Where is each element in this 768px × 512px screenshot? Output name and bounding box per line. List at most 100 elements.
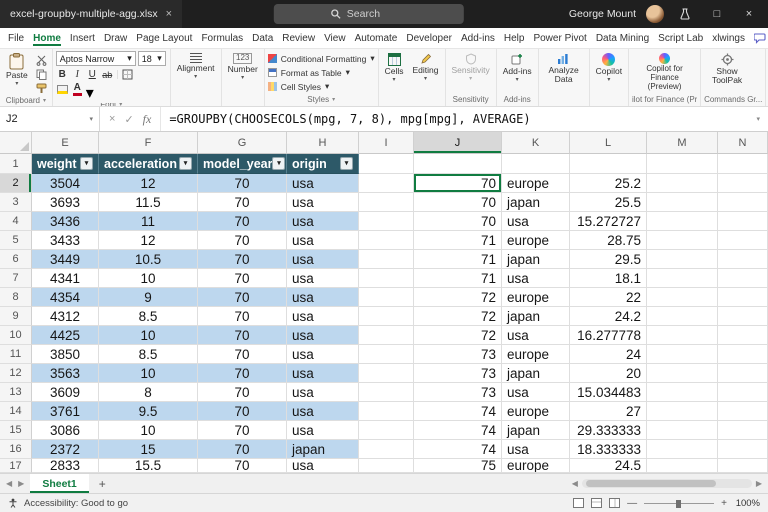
show-toolpak-button[interactable]: Show ToolPak <box>704 51 750 86</box>
cell-G2[interactable]: 70 <box>198 174 287 193</box>
close-window-icon[interactable]: × <box>738 0 760 28</box>
menu-tab-insert[interactable]: Insert <box>70 30 95 46</box>
cell-J12[interactable]: 73 <box>414 364 502 383</box>
cell-E16[interactable]: 2372 <box>32 440 99 459</box>
font-color-icon[interactable]: A <box>71 83 84 96</box>
cell-G11[interactable]: 70 <box>198 345 287 364</box>
cell-L5[interactable]: 28.75 <box>570 231 647 250</box>
sheet-nav-right-icon[interactable]: ▶ <box>18 479 24 488</box>
insert-function-icon[interactable]: fx <box>143 112 152 127</box>
cell-L1[interactable] <box>570 154 647 174</box>
menu-tab-view[interactable]: View <box>324 30 346 46</box>
cell-G17[interactable]: 70 <box>198 459 287 473</box>
cell-J4[interactable]: 70 <box>414 212 502 231</box>
menu-tab-page-layout[interactable]: Page Layout <box>136 30 192 46</box>
cell-H17[interactable]: usa <box>287 459 359 473</box>
cell-I3[interactable] <box>359 193 414 212</box>
maximize-icon[interactable]: □ <box>706 0 728 28</box>
cell-N3[interactable] <box>718 193 768 212</box>
cell-H14[interactable]: usa <box>287 402 359 421</box>
formula-input[interactable]: =GROUPBY(CHOOSECOLS(mpg, 7, 8), mpg[mpg]… <box>161 112 748 126</box>
cell-F12[interactable]: 10 <box>99 364 198 383</box>
cell-N7[interactable] <box>718 269 768 288</box>
row-header-4[interactable]: 4 <box>0 212 32 231</box>
cell-L11[interactable]: 24 <box>570 345 647 364</box>
copilot-finance-button[interactable]: Copilot for Finance (Preview) <box>632 51 697 91</box>
cell-I13[interactable] <box>359 383 414 402</box>
cell-F2[interactable]: 12 <box>99 174 198 193</box>
close-document-icon[interactable]: × <box>166 8 172 20</box>
normal-view-icon[interactable] <box>573 498 584 508</box>
cell-M9[interactable] <box>647 307 718 326</box>
cell-H9[interactable]: usa <box>287 307 359 326</box>
cell-M7[interactable] <box>647 269 718 288</box>
format-as-table-button[interactable]: Format as Table ▾ <box>268 66 375 79</box>
cell-L15[interactable]: 29.333333 <box>570 421 647 440</box>
column-header-I[interactable]: I <box>359 132 414 154</box>
row-header-6[interactable]: 6 <box>0 250 32 269</box>
menu-tab-help[interactable]: Help <box>504 30 525 46</box>
copilot-button[interactable]: Copilot ▾ <box>593 51 625 84</box>
avatar[interactable] <box>646 5 664 23</box>
cell-H8[interactable]: usa <box>287 288 359 307</box>
cell-L2[interactable]: 25.2 <box>570 174 647 193</box>
menu-tab-home[interactable]: Home <box>33 30 61 46</box>
cell-M11[interactable] <box>647 345 718 364</box>
cell-L6[interactable]: 29.5 <box>570 250 647 269</box>
cell-I4[interactable] <box>359 212 414 231</box>
row-header-2[interactable]: 2 <box>0 174 32 193</box>
cell-M14[interactable] <box>647 402 718 421</box>
column-header-H[interactable]: H <box>287 132 359 154</box>
filter-dropdown-icon[interactable]: ▾ <box>272 157 285 170</box>
row-header-3[interactable]: 3 <box>0 193 32 212</box>
cell-M10[interactable] <box>647 326 718 345</box>
cell-E17[interactable]: 2833 <box>32 459 99 473</box>
cell-G16[interactable]: 70 <box>198 440 287 459</box>
cancel-entry-icon[interactable]: × <box>109 113 115 125</box>
cell-L9[interactable]: 24.2 <box>570 307 647 326</box>
cell-N16[interactable] <box>718 440 768 459</box>
cell-F14[interactable]: 9.5 <box>99 402 198 421</box>
cell-K10[interactable]: usa <box>502 326 570 345</box>
font-name-select[interactable]: Aptos Narrow ▾ <box>56 51 136 66</box>
cell-L12[interactable]: 20 <box>570 364 647 383</box>
cell-I11[interactable] <box>359 345 414 364</box>
cell-J16[interactable]: 74 <box>414 440 502 459</box>
cell-L8[interactable]: 22 <box>570 288 647 307</box>
row-header-1[interactable]: 1 <box>0 154 32 174</box>
cell-H6[interactable]: usa <box>287 250 359 269</box>
cell-H11[interactable]: usa <box>287 345 359 364</box>
cell-E14[interactable]: 3761 <box>32 402 99 421</box>
comments-icon[interactable] <box>754 33 767 44</box>
cell-I7[interactable] <box>359 269 414 288</box>
page-break-view-icon[interactable] <box>609 498 620 508</box>
cell-E2[interactable]: 3504 <box>32 174 99 193</box>
menu-tab-review[interactable]: Review <box>282 30 315 46</box>
cell-E3[interactable]: 3693 <box>32 193 99 212</box>
sheet-tab-sheet1[interactable]: Sheet1 <box>30 474 88 493</box>
cell-M2[interactable] <box>647 174 718 193</box>
cell-K9[interactable]: japan <box>502 307 570 326</box>
cell-F13[interactable]: 8 <box>99 383 198 402</box>
cell-I15[interactable] <box>359 421 414 440</box>
zoom-level[interactable]: 100% <box>734 498 760 509</box>
cell-J3[interactable]: 70 <box>414 193 502 212</box>
scrollbar-thumb[interactable] <box>586 480 716 487</box>
cell-E5[interactable]: 3433 <box>32 231 99 250</box>
cell-F10[interactable]: 10 <box>99 326 198 345</box>
page-layout-view-icon[interactable] <box>591 498 602 508</box>
filter-dropdown-icon[interactable]: ▾ <box>340 157 353 170</box>
cell-I1[interactable] <box>359 154 414 174</box>
expand-formula-bar-icon[interactable]: ▾ <box>748 115 768 123</box>
cell-M4[interactable] <box>647 212 718 231</box>
strikethrough-button[interactable]: ab <box>101 68 114 81</box>
cell-N13[interactable] <box>718 383 768 402</box>
cell-M17[interactable] <box>647 459 718 473</box>
cell-L13[interactable]: 15.034483 <box>570 383 647 402</box>
cell-G9[interactable]: 70 <box>198 307 287 326</box>
row-header-11[interactable]: 11 <box>0 345 32 364</box>
cell-N6[interactable] <box>718 250 768 269</box>
cell-I8[interactable] <box>359 288 414 307</box>
spreadsheet-grid[interactable]: EFGHIJKLMN1weight▾acceleration▾model_yea… <box>0 132 768 473</box>
paste-button[interactable]: Paste ▾ <box>3 51 31 88</box>
